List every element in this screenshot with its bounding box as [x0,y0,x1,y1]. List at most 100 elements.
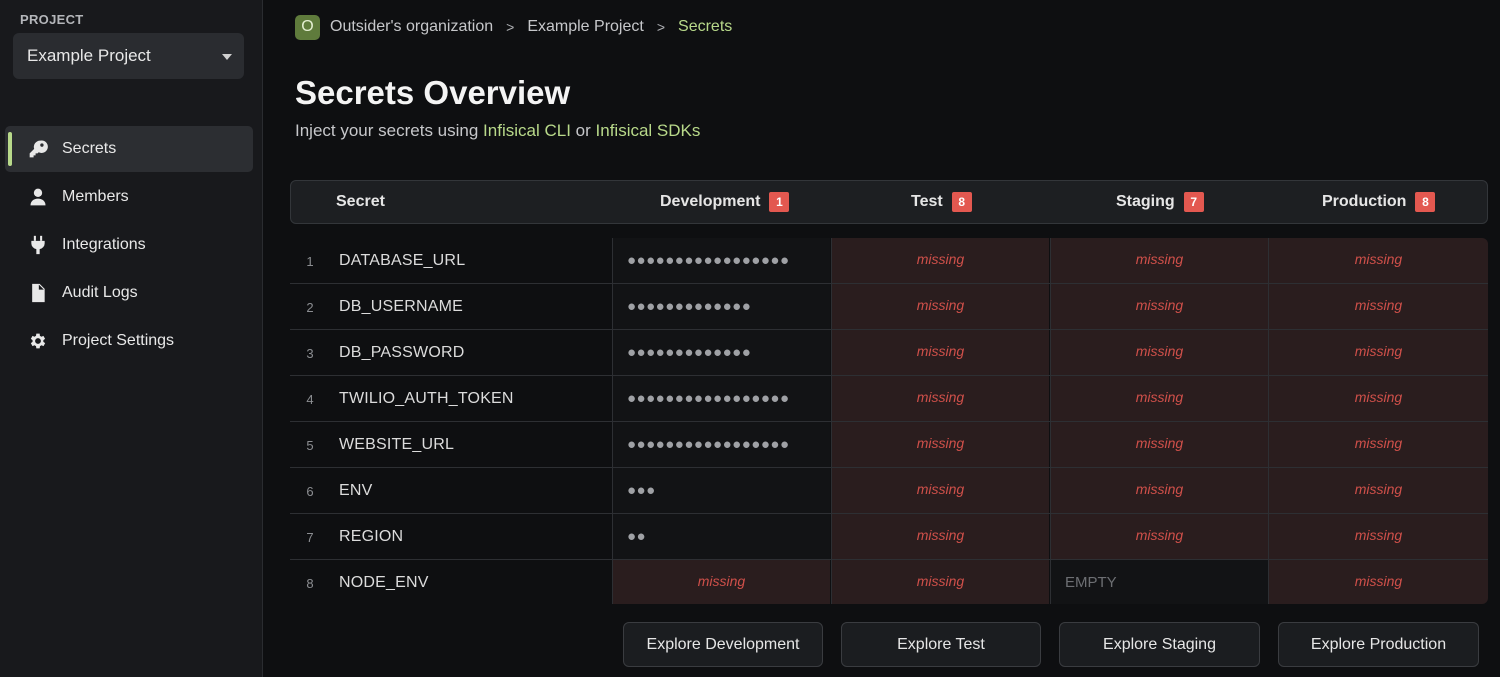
secret-value-cell[interactable]: missing [1268,422,1488,467]
secret-value-cell[interactable]: ●●●●●●●●●●●●● [612,284,830,329]
secret-value-cell[interactable]: ●●●●●●●●●●●●●●●●● [612,376,830,421]
secret-value-cell[interactable]: missing [831,514,1049,559]
secret-value-cell[interactable]: missing [1050,468,1268,513]
infisical-sdks-link[interactable]: Infisical SDKs [596,121,701,140]
table-row[interactable]: 4 TWILIO_AUTH_TOKEN ●●●●●●●●●●●●●●●●● missi… [290,376,1488,422]
secret-value-cell[interactable]: ●●●●●●●●●●●●●●●●● [612,238,830,283]
main-content: O Outsider's organization > Example Proj… [264,0,1500,677]
table-row[interactable]: 5 WEBSITE_URL ●●●●●●●●●●●●●●●●● missing miss… [290,422,1488,468]
secret-value-cell[interactable]: missing [1268,238,1488,283]
secret-value-cell[interactable]: missing [1050,422,1268,467]
column-header-label: Staging [1116,193,1175,210]
sidebar-item-audit-logs[interactable]: Audit Logs [5,270,253,316]
breadcrumb-org-link[interactable]: Outsider's organization [330,18,493,36]
column-header-test: Test 8 [911,181,972,223]
secret-value-cell[interactable]: missing [612,560,830,604]
secret-key: NODE_ENV [339,573,429,591]
explore-production-button[interactable]: Explore Production [1278,622,1479,667]
subtitle-text: or [575,121,591,140]
sidebar-item-label: Audit Logs [62,284,138,301]
row-number: 6 [306,484,314,499]
secret-key: REGION [339,527,404,545]
row-number: 3 [306,346,314,361]
secret-key: DB_USERNAME [339,297,464,315]
secret-value-cell[interactable]: missing [1050,376,1268,421]
sidebar-item-members[interactable]: Members [5,174,253,220]
secret-key: WEBSITE_URL [339,435,455,453]
table-row[interactable]: 2 DB_USERNAME ●●●●●●●●●●●●● missing missing m… [290,284,1488,330]
column-header-production: Production 8 [1322,181,1436,223]
secret-value-cell[interactable]: missing [1050,284,1268,329]
project-select[interactable]: Example Project [13,33,244,79]
secret-value-cell[interactable]: missing [831,560,1049,604]
secret-value-cell[interactable]: missing [831,284,1049,329]
sidebar-item-project-settings[interactable]: Project Settings [5,318,253,364]
secret-value-cell[interactable]: missing [1268,284,1488,329]
explore-test-button[interactable]: Explore Test [841,622,1041,667]
secret-value-cell[interactable]: missing [1050,514,1268,559]
sidebar-nav: Secrets Members Integrations Audit Logs [5,126,253,366]
secret-value-cell[interactable]: missing [1268,468,1488,513]
project-select-value: Example Project [27,46,151,65]
plug-icon [27,234,49,256]
secret-value-cell[interactable]: ●● [612,514,830,559]
column-header-development: Development 1 [660,181,790,223]
secret-value-cell[interactable]: missing [1268,330,1488,375]
secrets-table-body: 1 DATABASE_URL ●●●●●●●●●●●●●●●●● missing mis… [290,238,1488,604]
table-row[interactable]: 3 DB_PASSWORD ●●●●●●●●●●●●● missing missing m… [290,330,1488,376]
secret-value-cell[interactable]: missing [1268,560,1488,604]
document-icon [27,282,49,304]
secret-value-cell[interactable]: ●●● [612,468,830,513]
secret-value-cell[interactable]: EMPTY [1050,560,1268,604]
chevron-right-icon: > [656,19,666,35]
sidebar-item-label: Secrets [62,140,117,157]
table-row[interactable]: 1 DATABASE_URL ●●●●●●●●●●●●●●●●● missing mis… [290,238,1488,284]
breadcrumb: O Outsider's organization > Example Proj… [295,14,732,40]
sidebar-item-secrets[interactable]: Secrets [5,126,253,172]
table-row[interactable]: 6 ENV ●●● missing missing missing [290,468,1488,514]
column-header-label: Production [1322,193,1407,210]
secrets-table: 1 DATABASE_URL ●●●●●●●●●●●●●●●●● missing mis… [290,238,1488,604]
row-number: 8 [306,576,314,591]
table-row[interactable]: 8 NODE_ENV missing missing EMPTY missing [290,560,1488,604]
secret-value-cell[interactable]: ●●●●●●●●●●●●● [612,330,830,375]
table-row[interactable]: 7 REGION ●● missing missing missing [290,514,1488,560]
sidebar-item-integrations[interactable]: Integrations [5,222,253,268]
org-avatar: O [295,14,320,40]
secret-value-cell[interactable]: missing [831,468,1049,513]
secret-key: DATABASE_URL [339,251,466,269]
secret-value-cell[interactable]: missing [1268,376,1488,421]
column-header-label: Development [660,193,761,210]
secret-value-cell[interactable]: missing [831,422,1049,467]
explore-staging-button[interactable]: Explore Staging [1059,622,1260,667]
column-header-secret: Secret [336,181,385,223]
explore-development-button[interactable]: Explore Development [623,622,823,667]
sidebar-item-label: Integrations [62,236,146,253]
secret-value-cell[interactable]: missing [1050,330,1268,375]
row-number: 2 [306,300,314,315]
secret-value-cell[interactable]: missing [1268,514,1488,559]
column-header-staging: Staging 7 [1116,181,1204,223]
secret-value-cell[interactable]: missing [831,238,1049,283]
page-subtitle: Inject your secrets using Infisical CLI … [295,121,700,141]
sidebar-item-label: Members [62,188,129,205]
secret-key: TWILIO_AUTH_TOKEN [339,389,514,407]
missing-count-badge: 7 [1183,192,1204,212]
breadcrumb-project-link[interactable]: Example Project [527,18,644,36]
secret-key: ENV [339,481,373,499]
row-number: 5 [306,438,314,453]
infisical-cli-link[interactable]: Infisical CLI [483,121,571,140]
column-header-label: Secret [336,193,385,210]
user-icon [27,186,49,208]
gear-icon [27,330,49,352]
row-number: 7 [306,530,314,545]
subtitle-text: Inject your secrets using [295,121,479,140]
secret-value-cell[interactable]: missing [831,330,1049,375]
missing-count-badge: 1 [769,192,790,212]
secret-value-cell[interactable]: missing [1050,238,1268,283]
page-title: Secrets Overview [295,74,571,111]
secret-value-cell[interactable]: ●●●●●●●●●●●●●●●●● [612,422,830,467]
missing-count-badge: 8 [1415,192,1436,212]
caret-down-icon [222,54,232,60]
secret-value-cell[interactable]: missing [831,376,1049,421]
